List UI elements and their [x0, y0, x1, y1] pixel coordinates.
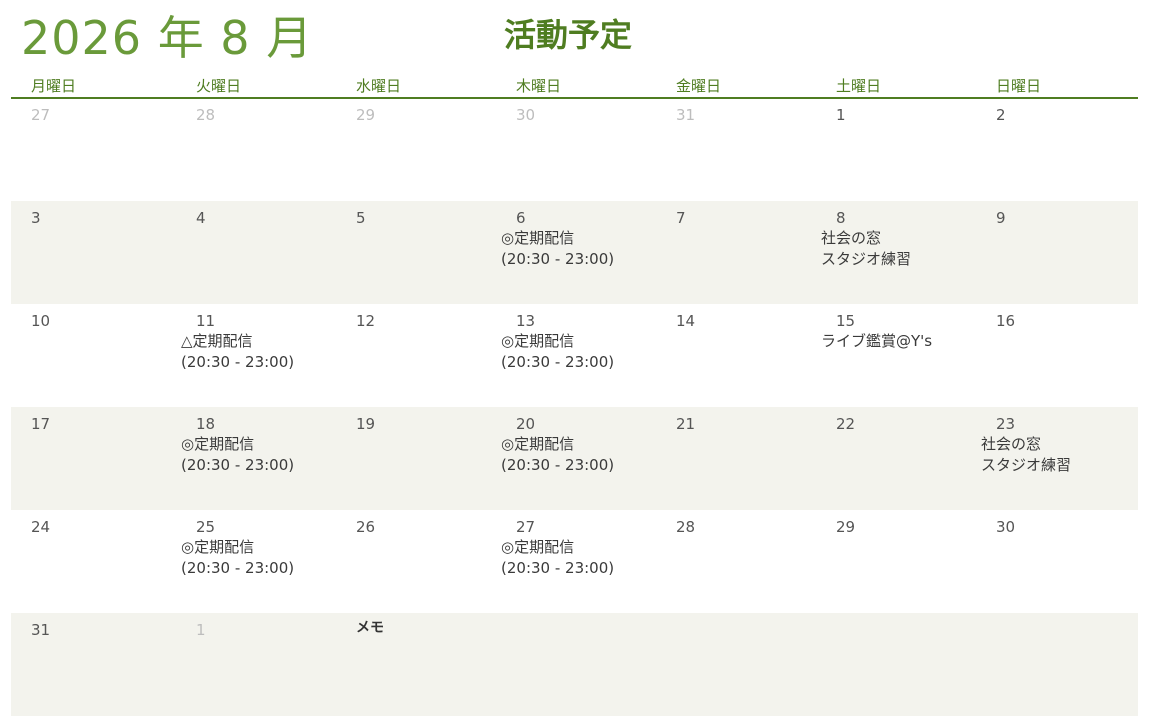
- weekday-mon: 月曜日: [31, 77, 77, 95]
- week-row-6: 31 1 メモ: [11, 613, 1138, 716]
- event-line: △定期配信: [181, 332, 253, 350]
- day-cell[interactable]: 15: [836, 312, 855, 330]
- day-cell[interactable]: 29: [356, 106, 375, 124]
- day-cell[interactable]: 5: [356, 209, 366, 227]
- day-cell[interactable]: 27: [516, 518, 535, 536]
- day-cell[interactable]: 13: [516, 312, 535, 330]
- event-line: ライブ鑑賞@Y's: [821, 332, 933, 350]
- event-line: ◎定期配信: [181, 435, 255, 453]
- day-cell[interactable]: 16: [996, 312, 1015, 330]
- event-aug18[interactable]: ◎定期配信 (20:30 - 23:00): [181, 434, 294, 476]
- event-line: スタジオ練習: [981, 456, 1072, 474]
- day-cell[interactable]: 14: [676, 312, 695, 330]
- day-cell[interactable]: 18: [196, 415, 215, 433]
- day-cell[interactable]: 23: [996, 415, 1015, 433]
- weekday-thu: 木曜日: [516, 77, 562, 95]
- event-aug20[interactable]: ◎定期配信 (20:30 - 23:00): [501, 434, 614, 476]
- day-cell[interactable]: 29: [836, 518, 855, 536]
- day-cell[interactable]: 9: [996, 209, 1006, 227]
- day-cell[interactable]: 25: [196, 518, 215, 536]
- event-aug13[interactable]: ◎定期配信 (20:30 - 23:00): [501, 331, 614, 373]
- day-cell[interactable]: 10: [31, 312, 50, 330]
- event-line: (20:30 - 23:00): [501, 456, 615, 474]
- event-line: ◎定期配信: [501, 538, 575, 556]
- day-cell[interactable]: 3: [31, 209, 41, 227]
- week-row-2: 3 4 5 6 7 8 9 ◎定期配信 (20:30 - 23:00) 社会の窓…: [11, 201, 1138, 304]
- day-cell[interactable]: 24: [31, 518, 50, 536]
- event-line: スタジオ練習: [821, 250, 912, 268]
- week-row-5: 24 25 26 27 28 29 30 ◎定期配信 (20:30 - 23:0…: [11, 510, 1138, 613]
- week-row-1: 27 28 29 30 31 1 2: [11, 98, 1138, 201]
- day-cell[interactable]: 1: [196, 621, 206, 639]
- event-line: (20:30 - 23:00): [181, 456, 295, 474]
- day-cell[interactable]: 12: [356, 312, 375, 330]
- event-aug27[interactable]: ◎定期配信 (20:30 - 23:00): [501, 537, 614, 579]
- month-title: 2026 年 8 月: [21, 11, 314, 65]
- event-line: (20:30 - 23:00): [181, 559, 295, 577]
- day-cell[interactable]: 1: [836, 106, 846, 124]
- day-cell[interactable]: 22: [836, 415, 855, 433]
- day-cell[interactable]: 8: [836, 209, 846, 227]
- event-line: 社会の窓: [981, 435, 1042, 453]
- weekday-fri: 金曜日: [676, 77, 722, 95]
- event-line: ◎定期配信: [501, 435, 575, 453]
- day-cell[interactable]: 20: [516, 415, 535, 433]
- day-cell[interactable]: 27: [31, 106, 50, 124]
- event-aug06[interactable]: ◎定期配信 (20:30 - 23:00): [501, 228, 614, 270]
- event-aug25[interactable]: ◎定期配信 (20:30 - 23:00): [181, 537, 294, 579]
- day-cell[interactable]: 7: [676, 209, 686, 227]
- event-line: ◎定期配信: [501, 229, 575, 247]
- weekday-tue: 火曜日: [196, 77, 242, 95]
- weekday-wed: 水曜日: [356, 77, 402, 95]
- week-row-3: 10 11 12 13 14 15 16 △定期配信 (20:30 - 23:0…: [11, 304, 1138, 407]
- day-cell[interactable]: 31: [31, 621, 50, 639]
- day-cell[interactable]: 21: [676, 415, 695, 433]
- day-cell[interactable]: 28: [676, 518, 695, 536]
- event-line: ◎定期配信: [181, 538, 255, 556]
- event-line: (20:30 - 23:00): [181, 353, 295, 371]
- day-cell[interactable]: 4: [196, 209, 206, 227]
- day-cell[interactable]: 31: [676, 106, 695, 124]
- event-aug15[interactable]: ライブ鑑賞@Y's: [821, 331, 932, 352]
- event-line: ◎定期配信: [501, 332, 575, 350]
- calendar-title: 活動予定: [504, 16, 633, 54]
- event-aug08[interactable]: 社会の窓 スタジオ練習: [821, 228, 911, 270]
- event-line: (20:30 - 23:00): [501, 353, 615, 371]
- day-cell[interactable]: 19: [356, 415, 375, 433]
- day-cell[interactable]: 28: [196, 106, 215, 124]
- day-cell[interactable]: 26: [356, 518, 375, 536]
- event-aug23[interactable]: 社会の窓 スタジオ練習: [981, 434, 1071, 476]
- week-row-4: 17 18 19 20 21 22 23 ◎定期配信 (20:30 - 23:0…: [11, 407, 1138, 510]
- event-line: (20:30 - 23:00): [501, 559, 615, 577]
- event-aug11[interactable]: △定期配信 (20:30 - 23:00): [181, 331, 294, 373]
- day-cell[interactable]: 30: [996, 518, 1015, 536]
- day-cell[interactable]: 6: [516, 209, 526, 227]
- day-cell[interactable]: 17: [31, 415, 50, 433]
- event-line: 社会の窓: [821, 229, 882, 247]
- weekday-sun: 日曜日: [996, 77, 1042, 95]
- memo-label: メモ: [356, 620, 384, 636]
- day-cell[interactable]: 2: [996, 106, 1006, 124]
- weekday-sat: 土曜日: [836, 77, 882, 95]
- day-cell[interactable]: 11: [196, 312, 215, 330]
- event-line: (20:30 - 23:00): [501, 250, 615, 268]
- day-cell[interactable]: 30: [516, 106, 535, 124]
